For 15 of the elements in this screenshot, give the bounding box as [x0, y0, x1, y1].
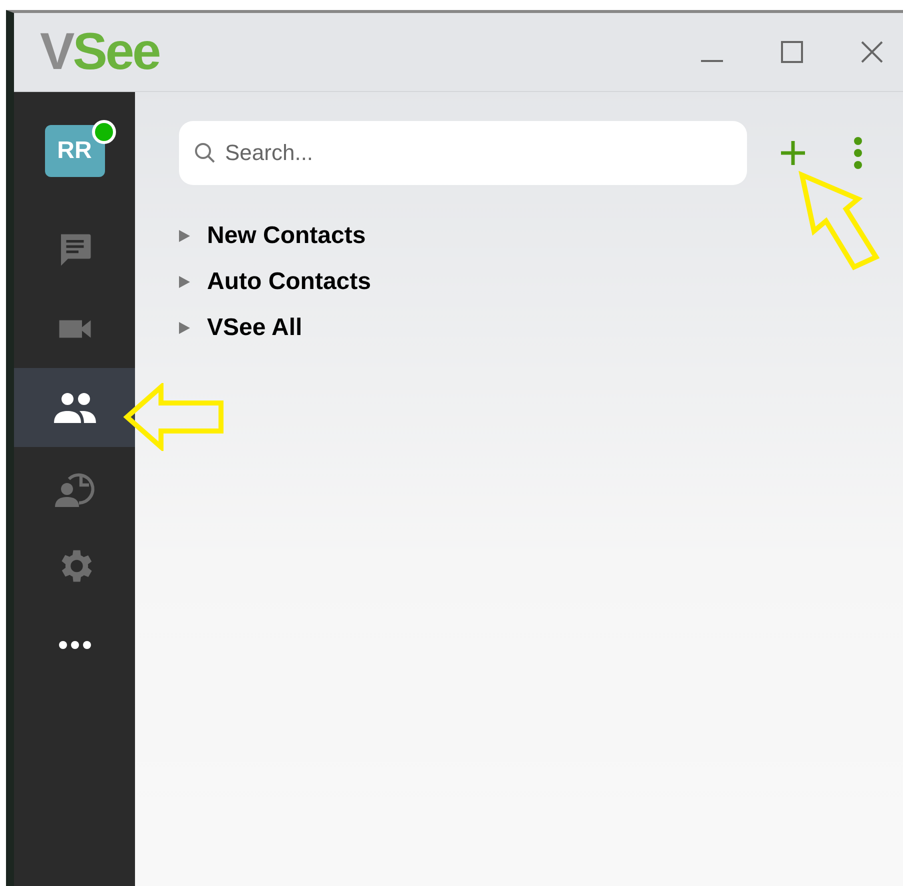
more-options-icon[interactable] — [853, 136, 863, 170]
sidebar-nav-item[interactable] — [14, 368, 135, 447]
search-field[interactable]: Search... — [179, 121, 747, 185]
expand-arrow-icon[interactable] — [177, 321, 191, 335]
expand-arrow-icon[interactable] — [177, 275, 191, 289]
contact-group-label[interactable]: VSee All — [207, 314, 302, 342]
maximize-icon[interactable] — [780, 40, 804, 64]
search-icon — [193, 141, 217, 165]
contact-group-label[interactable]: Auto Contacts — [207, 268, 371, 296]
expand-arrow-icon[interactable] — [177, 229, 191, 243]
close-icon[interactable] — [860, 40, 884, 64]
app-logo: VSee — [40, 22, 160, 82]
more-icon — [58, 640, 92, 650]
add-icon[interactable] — [779, 139, 807, 167]
contact-group-label[interactable]: New Contacts — [207, 222, 366, 250]
